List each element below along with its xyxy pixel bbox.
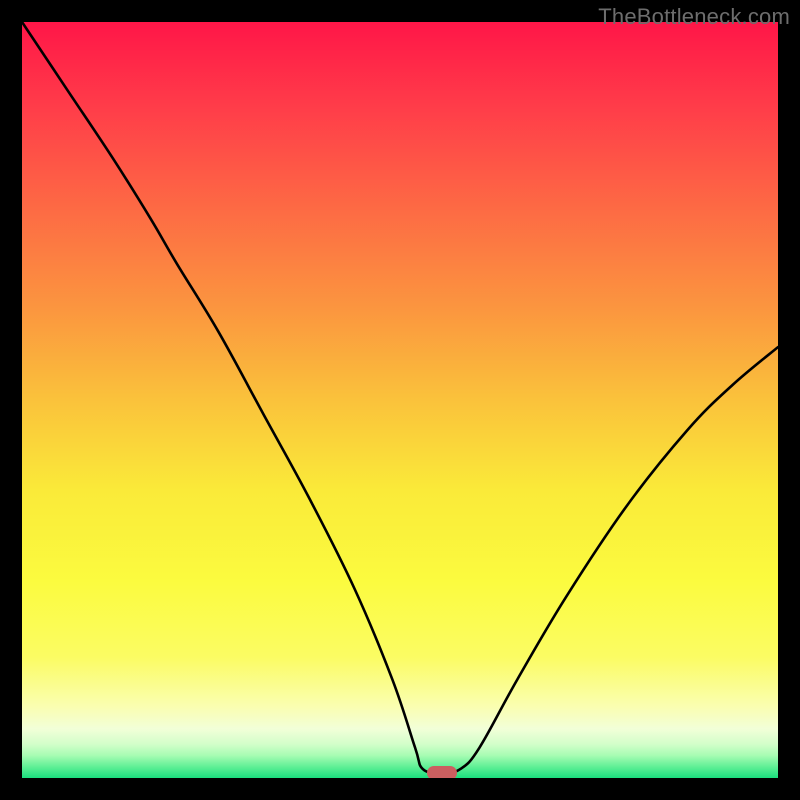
bottleneck-curve: [22, 22, 778, 778]
plot-area: [22, 22, 778, 778]
optimum-marker: [427, 766, 457, 778]
watermark-text: TheBottleneck.com: [598, 4, 790, 30]
chart-frame: TheBottleneck.com: [0, 0, 800, 800]
